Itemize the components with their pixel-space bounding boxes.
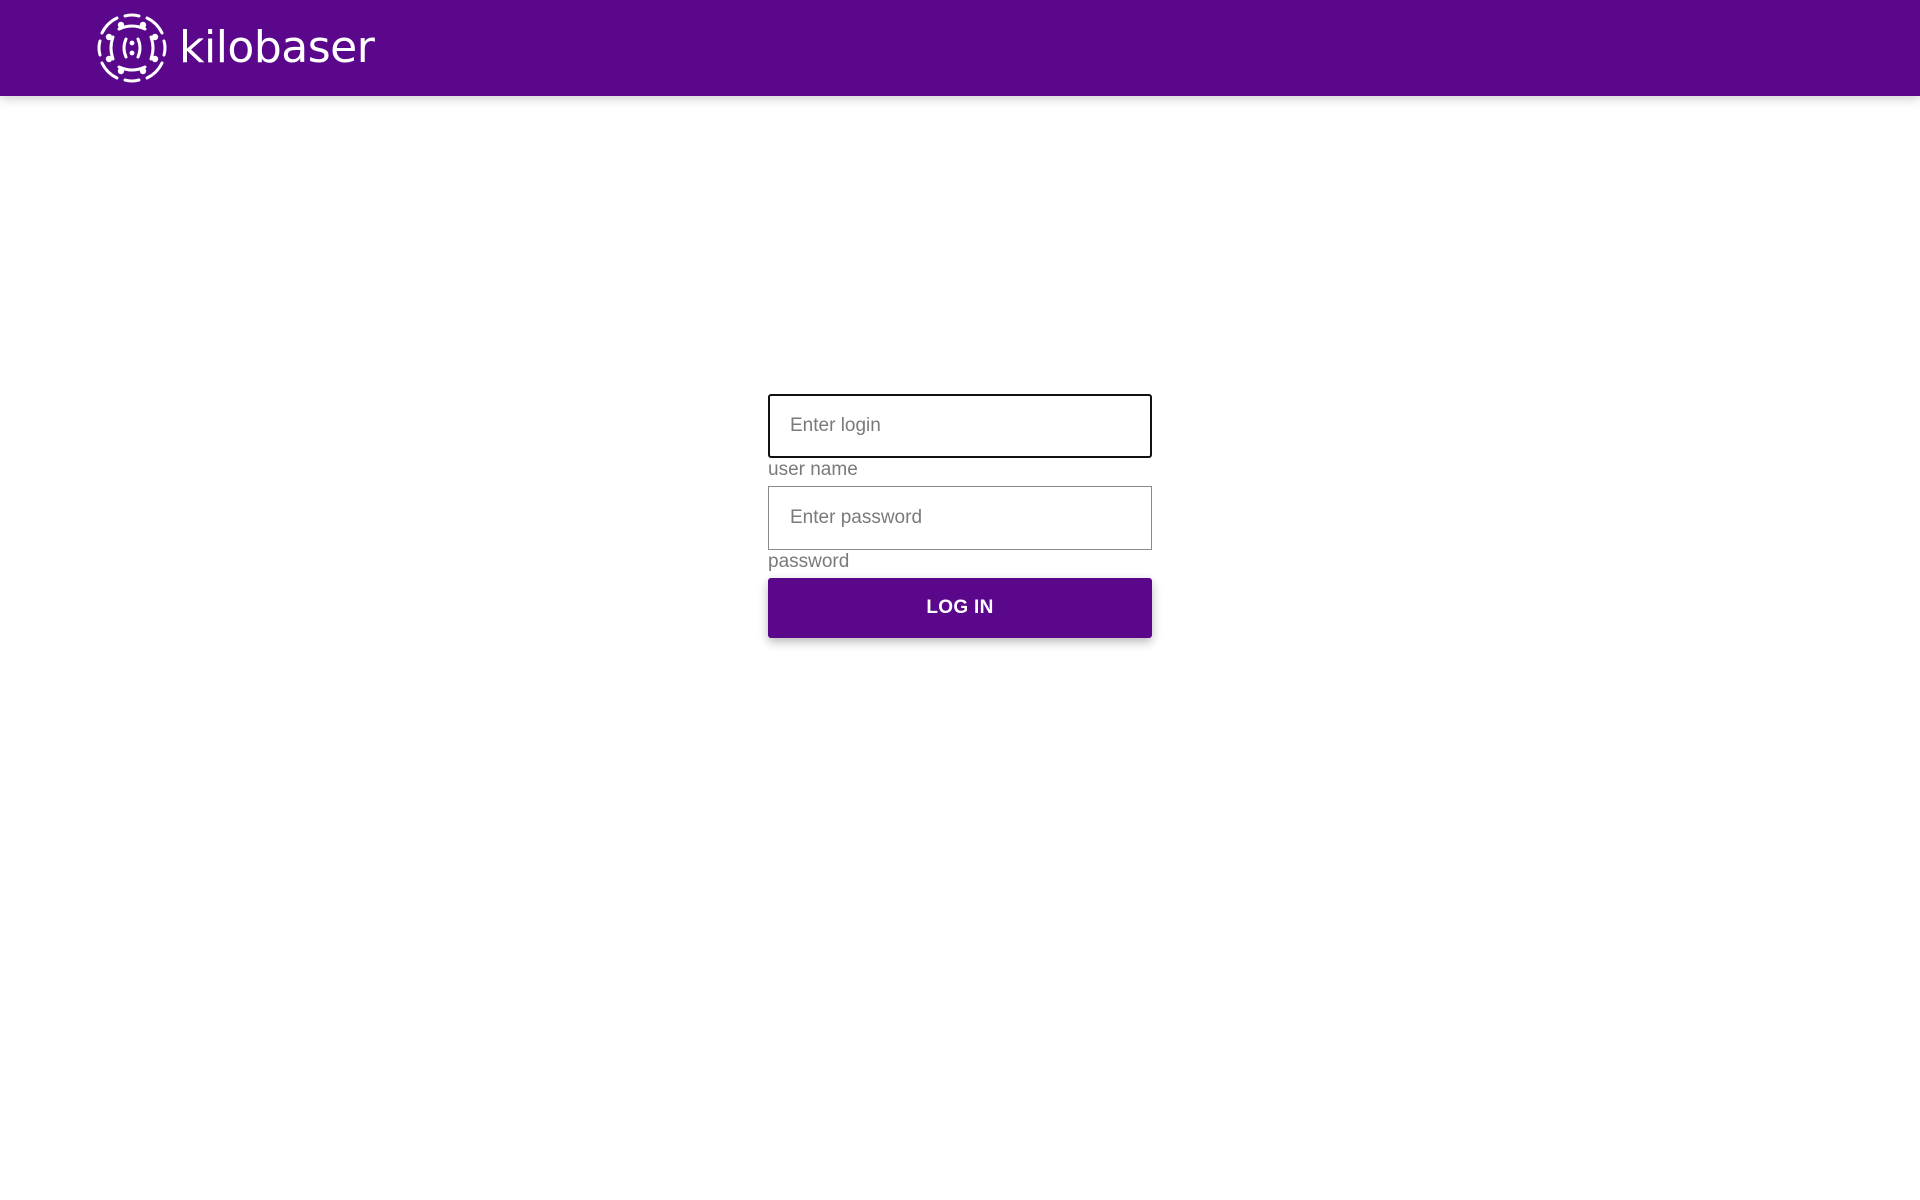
password-input[interactable] [768,486,1152,550]
login-button[interactable]: LOG IN [768,578,1152,638]
login-form: user name password LOG IN [768,394,1152,638]
brand-name: kilobaser [179,22,375,73]
username-input[interactable] [768,394,1152,458]
brand[interactable]: kilobaser [95,11,375,85]
kilobaser-logo-icon [97,13,167,83]
username-label: user name [768,459,858,480]
top-app-bar: kilobaser [0,0,1920,96]
password-label: password [768,551,850,572]
